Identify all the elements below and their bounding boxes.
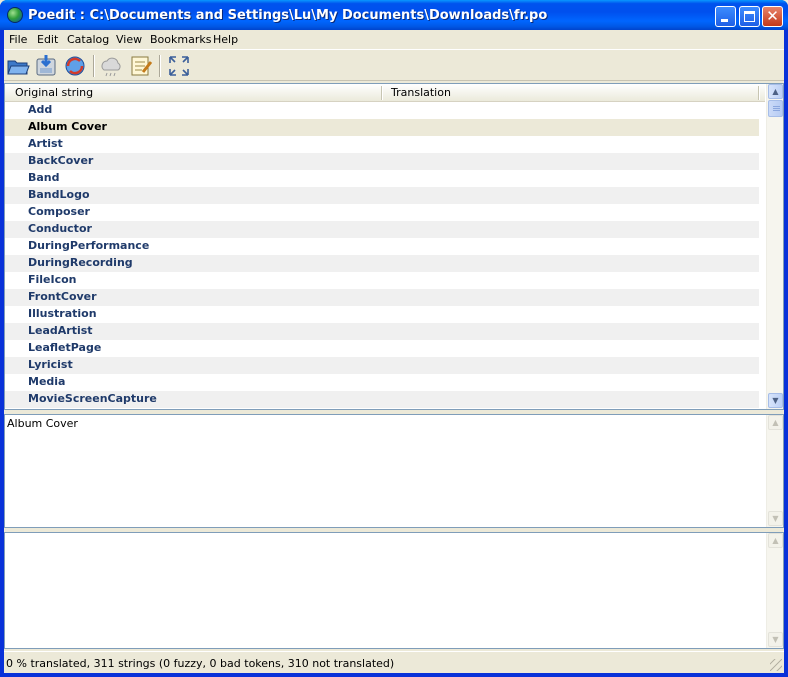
list-item[interactable]: FrontCover — [5, 289, 759, 306]
list-item-original: BandLogo — [28, 188, 90, 201]
list-item-original: Conductor — [28, 222, 92, 235]
list-item[interactable]: Band — [5, 170, 759, 187]
list-item-original: Illustration — [28, 307, 97, 320]
minimize-icon — [721, 19, 728, 22]
app-window: Poedit : C:\Documents and Settings\Lu\My… — [0, 0, 788, 677]
menu-bar: File Edit Catalog View Bookmarks Help — [4, 30, 784, 50]
menu-help[interactable]: Help — [210, 32, 241, 47]
edit-comment-icon[interactable] — [129, 54, 153, 78]
list-item-original: BackCover — [28, 154, 94, 167]
column-translation[interactable]: Translation — [391, 86, 451, 99]
status-text: 0 % translated, 311 strings (0 fuzzy, 0 … — [6, 657, 395, 670]
list-item[interactable]: Media — [5, 374, 759, 391]
maximize-button[interactable] — [739, 6, 760, 27]
list-item-original: Album Cover — [28, 120, 107, 133]
menu-edit[interactable]: Edit — [34, 32, 61, 47]
column-original-string[interactable]: Original string — [15, 86, 93, 99]
list-item-original: Composer — [28, 205, 90, 218]
original-scrollbar: ▲ ▼ — [766, 415, 783, 527]
toolbar-separator — [93, 55, 95, 77]
close-button[interactable]: ✕ — [762, 6, 783, 27]
minimize-button[interactable] — [715, 6, 736, 27]
open-folder-icon[interactable] — [6, 54, 30, 78]
list-item-original: Lyricist — [28, 358, 73, 371]
list-item[interactable]: Conductor — [5, 221, 759, 238]
update-catalog-icon[interactable] — [63, 54, 87, 78]
list-item-original: FrontCover — [28, 290, 97, 303]
scroll-thumb[interactable] — [768, 100, 783, 117]
list-item-original: FileIcon — [28, 273, 77, 286]
list-item[interactable]: BackCover — [5, 153, 759, 170]
menu-view[interactable]: View — [113, 32, 145, 47]
toolbar-separator — [159, 55, 161, 77]
list-item[interactable]: DuringRecording — [5, 255, 759, 272]
translation-scrollbar: ▲ ▼ — [766, 533, 783, 648]
title-bar[interactable]: Poedit : C:\Documents and Settings\Lu\My… — [0, 0, 788, 30]
scroll-up-button: ▲ — [768, 533, 783, 548]
original-text-panel: Album Cover ▲ ▼ — [4, 414, 784, 528]
list-item-original: LeadArtist — [28, 324, 93, 337]
list-item[interactable]: Album Cover — [5, 119, 759, 136]
fullscreen-icon[interactable] — [167, 54, 191, 78]
poedit-globe-icon — [7, 7, 23, 23]
translation-text-panel[interactable]: ▲ ▼ — [4, 532, 784, 649]
list-item[interactable]: BandLogo — [5, 187, 759, 204]
list-item-original: DuringRecording — [28, 256, 133, 269]
status-bar: 0 % translated, 311 strings (0 fuzzy, 0 … — [4, 651, 784, 673]
list-item-original: Media — [28, 375, 66, 388]
list-item-original: MovieScreenCapture — [28, 392, 157, 405]
client-area: File Edit Catalog View Bookmarks Help Or… — [4, 30, 784, 673]
window-title: Poedit : C:\Documents and Settings\Lu\My… — [28, 8, 548, 23]
scroll-down-button: ▼ — [768, 632, 783, 647]
list-item-original: Add — [28, 103, 53, 116]
list-item[interactable]: Lyricist — [5, 357, 759, 374]
scroll-up-button: ▲ — [768, 415, 783, 430]
list-item[interactable]: Composer — [5, 204, 759, 221]
column-divider[interactable] — [381, 86, 383, 100]
list-scrollbar[interactable]: ▲ ▼ — [766, 84, 783, 409]
list-item-original: Band — [28, 171, 60, 184]
original-text: Album Cover — [7, 417, 78, 430]
list-item[interactable]: LeadArtist — [5, 323, 759, 340]
close-icon: ✕ — [766, 7, 779, 25]
maximize-icon — [744, 11, 755, 22]
list-item-original: Artist — [28, 137, 63, 150]
list-item[interactable]: LeafletPage — [5, 340, 759, 357]
list-item[interactable]: DuringPerformance — [5, 238, 759, 255]
list-item[interactable]: MovieScreenCapture — [5, 391, 759, 408]
list-header: Original string Translation — [5, 84, 765, 102]
scroll-down-button[interactable]: ▼ — [768, 393, 783, 408]
menu-bookmarks[interactable]: Bookmarks — [147, 32, 214, 47]
menu-file[interactable]: File — [6, 32, 30, 47]
strings-list: Original string Translation Add Album Cov… — [4, 83, 784, 410]
save-icon[interactable] — [34, 54, 58, 78]
list-item-original: DuringPerformance — [28, 239, 150, 252]
list-item[interactable]: Artist — [5, 136, 759, 153]
scroll-up-button[interactable]: ▲ — [768, 84, 783, 99]
list-item-original: LeafletPage — [28, 341, 102, 354]
list-rows: Add Album Cover Artist BackCover Band BandLog… — [5, 102, 765, 409]
toolbar — [4, 51, 784, 81]
list-item[interactable]: Add — [5, 102, 759, 119]
scroll-down-button: ▼ — [768, 511, 783, 526]
menu-catalog[interactable]: Catalog — [64, 32, 112, 47]
column-divider[interactable] — [758, 86, 760, 100]
list-item[interactable]: FileIcon — [5, 272, 759, 289]
list-item[interactable]: Illustration — [5, 306, 759, 323]
validate-translations-icon[interactable] — [100, 54, 124, 78]
resize-grip-icon[interactable] — [770, 659, 782, 671]
